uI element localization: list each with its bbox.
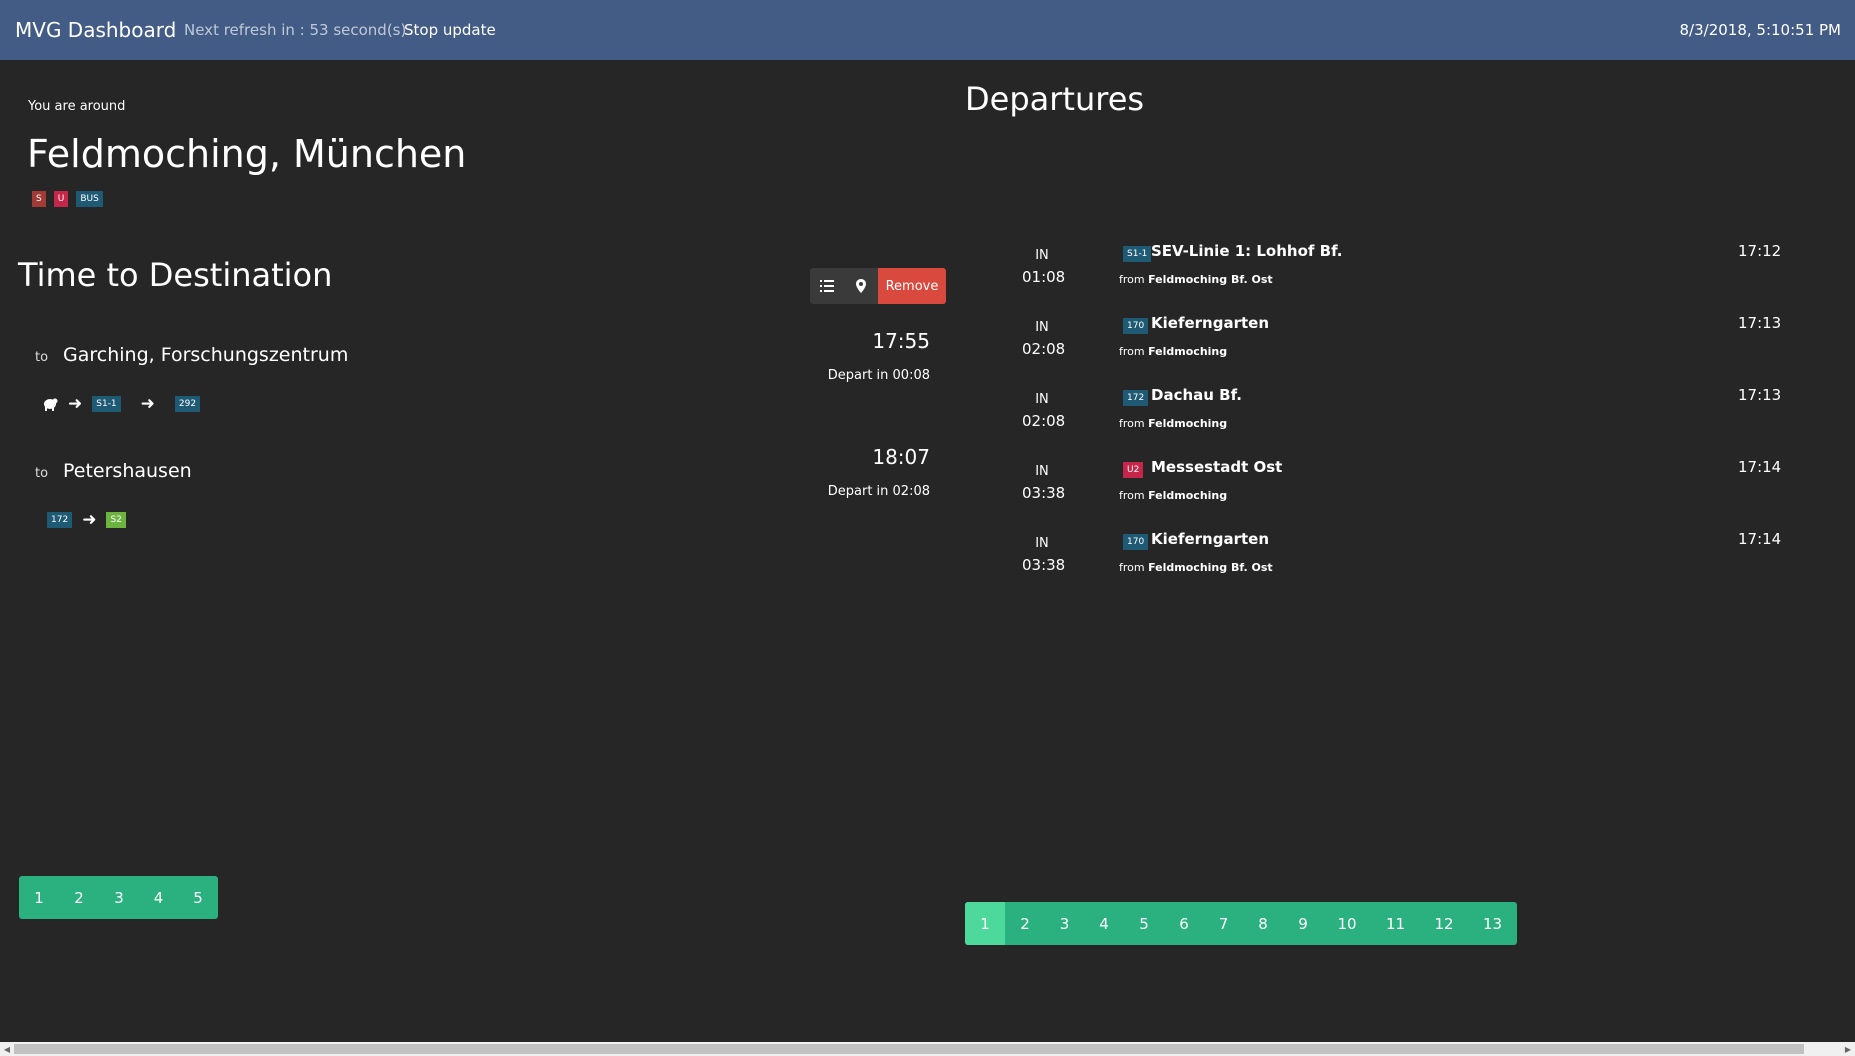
line-badge: U2 (1123, 462, 1144, 478)
destination-pagination: 1 2 3 4 5 (19, 876, 218, 919)
top-navbar: MVG Dashboard Next refresh in : 53 secon… (0, 0, 1855, 60)
arrow-right-icon: ➜ (82, 510, 97, 530)
line-badge: S2 (106, 512, 126, 528)
page-button-1[interactable]: 1 (965, 902, 1005, 945)
departure-row[interactable]: IN 02:08 170 Kieferngarten from Feldmoch… (1000, 312, 1800, 384)
destination-row[interactable]: to Garching, Forschungszentrum 17:55 Dep… (0, 329, 940, 445)
departure-row[interactable]: IN 01:08 S1-1 SEV-Linie 1: Lohhof Bf. fr… (1000, 240, 1800, 312)
line-badge: S1-1 (1123, 246, 1152, 262)
in-label: IN (1035, 320, 1049, 335)
line-badge: 292 (174, 396, 201, 412)
page-button-7[interactable]: 7 (1204, 902, 1243, 945)
line-badge: S1-1 (92, 396, 121, 412)
list-icon (820, 280, 834, 292)
brand-title[interactable]: MVG Dashboard (15, 18, 176, 42)
line-badge: 172 (47, 512, 73, 528)
page-button-2[interactable]: 2 (59, 876, 99, 919)
destination-row[interactable]: to Petershausen 18:07 Depart in 02:08 17… (0, 445, 940, 561)
location-name: Feldmoching, München (27, 132, 467, 176)
page-button-6[interactable]: 6 (1164, 902, 1204, 945)
departure-origin: from Feldmoching (1119, 489, 1228, 502)
departure-row[interactable]: IN 03:38 U2 Messestadt Ost from Feldmoch… (1000, 456, 1800, 528)
departure-time: 17:14 (1738, 530, 1782, 548)
departure-destination: Kieferngarten (1151, 314, 1269, 332)
departure-row[interactable]: IN 02:08 172 Dachau Bf. from Feldmoching… (1000, 384, 1800, 456)
page-button-3[interactable]: 3 (1045, 902, 1084, 945)
departure-destination: Kieferngarten (1151, 530, 1269, 548)
departure-eta: 02:08 (1022, 412, 1066, 430)
page-button-5[interactable]: 5 (1124, 902, 1164, 945)
badge-s: S (32, 191, 46, 207)
page-button-9[interactable]: 9 (1283, 902, 1323, 945)
departure-eta: 03:38 (1022, 556, 1066, 574)
scroll-left-icon[interactable]: ◀ (0, 1042, 14, 1056)
route-steps: 172 ➜ S2 (47, 510, 126, 530)
page-button-13[interactable]: 13 (1468, 902, 1517, 945)
page-button-10[interactable]: 10 (1323, 902, 1371, 945)
departure-eta: 03:38 (1022, 484, 1066, 502)
scroll-right-icon[interactable]: ▶ (1841, 1042, 1855, 1056)
departure-origin: from Feldmoching (1119, 417, 1228, 430)
page-button-4[interactable]: 4 (139, 876, 178, 919)
page-button-3[interactable]: 3 (99, 876, 139, 919)
page-button-1[interactable]: 1 (19, 876, 59, 919)
destination-toolbar: Remove (810, 268, 946, 304)
departure-time: 17:14 (1738, 458, 1782, 476)
in-label: IN (1035, 536, 1049, 551)
page-button-5[interactable]: 5 (178, 876, 218, 919)
departure-time: 17:13 (1738, 314, 1782, 332)
departure-destination: SEV-Linie 1: Lohhof Bf. (1151, 242, 1343, 260)
arrow-right-icon: ➜ (68, 394, 83, 414)
departure-eta: 02:08 (1022, 340, 1066, 358)
to-label: to (35, 466, 49, 481)
departure-eta: 01:08 (1022, 268, 1066, 286)
page-button-11[interactable]: 11 (1371, 902, 1420, 945)
remove-button[interactable]: Remove (878, 268, 946, 304)
departure-time: 17:13 (1738, 386, 1782, 404)
time-to-destination-title: Time to Destination (18, 256, 333, 294)
in-label: IN (1035, 464, 1049, 479)
page-button-8[interactable]: 8 (1243, 902, 1283, 945)
in-label: IN (1035, 392, 1049, 407)
departure-origin: from Feldmoching Bf. Ost (1119, 561, 1273, 574)
line-badge: 172 (1123, 390, 1149, 406)
departure-origin: from Feldmoching Bf. Ost (1119, 273, 1273, 286)
list-view-button[interactable] (810, 268, 844, 304)
map-view-button[interactable] (844, 268, 878, 304)
badge-u: U (53, 191, 69, 207)
stop-update-link[interactable]: Stop update (404, 21, 496, 39)
map-marker-icon (856, 279, 866, 293)
departures-pagination: 1 2 3 4 5 6 7 8 9 10 11 12 13 (965, 902, 1517, 945)
horizontal-scrollbar[interactable]: ◀ ▶ (0, 1042, 1855, 1056)
depart-countdown: Depart in 02:08 (827, 484, 930, 499)
departure-destination: Dachau Bf. (1151, 386, 1243, 404)
page-button-12[interactable]: 12 (1420, 902, 1468, 945)
badge-bus: BUS (76, 191, 103, 207)
location-label: You are around (28, 99, 126, 114)
page-button-2[interactable]: 2 (1005, 902, 1045, 945)
departures-title: Departures (965, 80, 1145, 118)
page-button-4[interactable]: 4 (1084, 902, 1124, 945)
destination-name: Petershausen (63, 460, 192, 482)
arrival-time: 18:07 (872, 445, 930, 469)
to-label: to (35, 350, 49, 365)
transport-badges: S U BUS (32, 191, 103, 207)
walking-icon (44, 398, 58, 411)
departure-destination: Messestadt Ost (1151, 458, 1283, 476)
scrollbar-thumb[interactable] (14, 1044, 1804, 1054)
arrow-right-icon: ➜ (140, 394, 155, 414)
arrival-time: 17:55 (872, 329, 930, 353)
refresh-countdown: Next refresh in : 53 second(s) (184, 21, 407, 39)
destination-name: Garching, Forschungszentrum (63, 344, 349, 366)
departure-time: 17:12 (1738, 242, 1782, 260)
current-datetime: 8/3/2018, 5:10:51 PM (1679, 21, 1841, 39)
depart-countdown: Depart in 00:08 (827, 368, 930, 383)
line-badge: 170 (1123, 318, 1149, 334)
line-badge: 170 (1123, 534, 1149, 550)
in-label: IN (1035, 248, 1049, 263)
departure-row[interactable]: IN 03:38 170 Kieferngarten from Feldmoch… (1000, 528, 1800, 600)
route-steps: ➜ S1-1 ➜ 292 (42, 394, 201, 414)
departure-origin: from Feldmoching (1119, 345, 1228, 358)
